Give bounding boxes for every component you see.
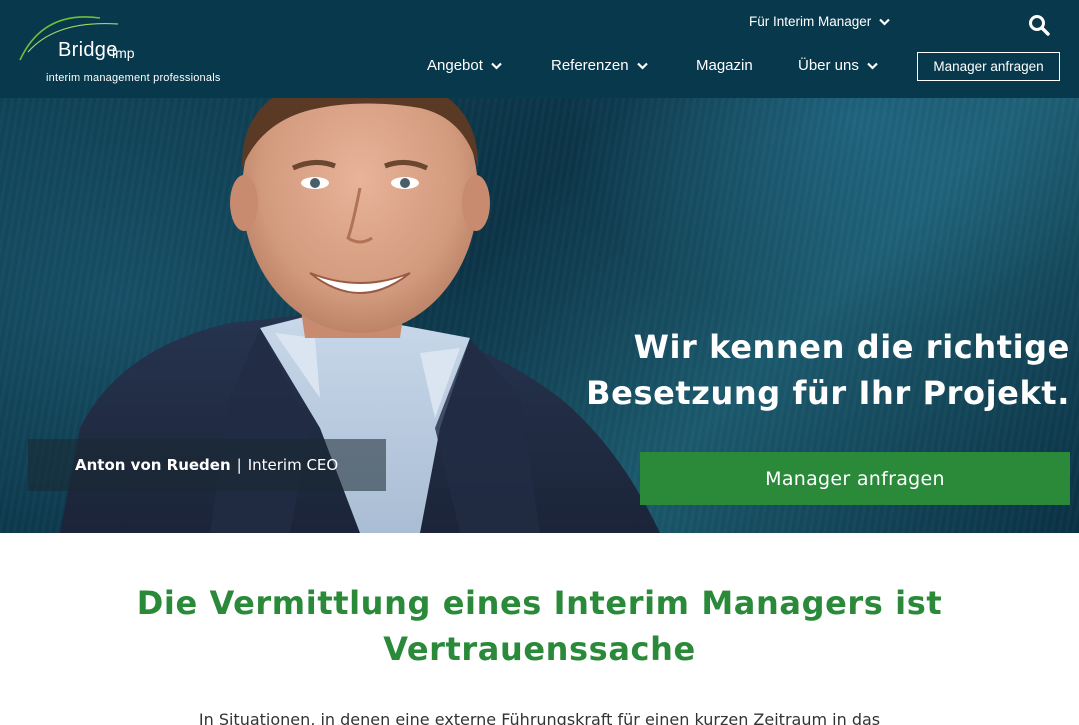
chevron-down-icon xyxy=(879,18,891,26)
hero-headline-line-2: Besetzung für Ihr Projekt. xyxy=(586,374,1070,412)
search-icon[interactable] xyxy=(1028,14,1050,36)
nav-item-about[interactable]: Über uns xyxy=(798,57,878,74)
nav-item-magazine-label: Magazin xyxy=(696,57,753,74)
for-interim-managers-link[interactable]: Für Interim Manager xyxy=(749,14,891,29)
logo-suffix: imp xyxy=(112,45,135,61)
chevron-down-icon xyxy=(867,62,878,70)
site-header: Bridge imp interim management profession… xyxy=(0,0,1079,98)
caption-role: Interim CEO xyxy=(247,456,339,474)
logo-tagline: interim management professionals xyxy=(46,72,221,84)
nav-item-magazine[interactable]: Magazin xyxy=(696,57,753,74)
nav-item-references-label: Referenzen xyxy=(551,57,629,74)
intro-text: In Situationen, in denen eine externe Fü… xyxy=(198,710,881,725)
intro-title: Die Vermittlung eines Interim Managers i… xyxy=(136,584,943,668)
logo-name: Bridge xyxy=(58,39,118,61)
chevron-down-icon xyxy=(491,62,502,70)
hero-caption: Anton von Rueden | Interim CEO xyxy=(28,439,386,491)
nav-item-references[interactable]: Referenzen xyxy=(551,57,648,74)
hero-headline: Wir kennen die richtige Besetzung für Ih… xyxy=(550,324,1070,416)
hero-request-manager-button[interactable]: Manager anfragen xyxy=(640,452,1070,505)
header-request-manager-button[interactable]: Manager anfragen xyxy=(917,52,1060,81)
caption-name: Anton von Rueden xyxy=(75,456,231,474)
site-logo[interactable]: Bridge imp interim management profession… xyxy=(18,12,248,88)
hero-headline-line-1: Wir kennen die richtige xyxy=(633,328,1070,366)
for-interim-managers-label: Für Interim Manager xyxy=(749,14,872,29)
nav-item-offer[interactable]: Angebot xyxy=(427,57,502,74)
chevron-down-icon xyxy=(636,62,648,70)
caption-separator: | xyxy=(236,456,242,474)
nav-item-offer-label: Angebot xyxy=(427,57,483,74)
nav-item-about-label: Über uns xyxy=(798,57,859,74)
